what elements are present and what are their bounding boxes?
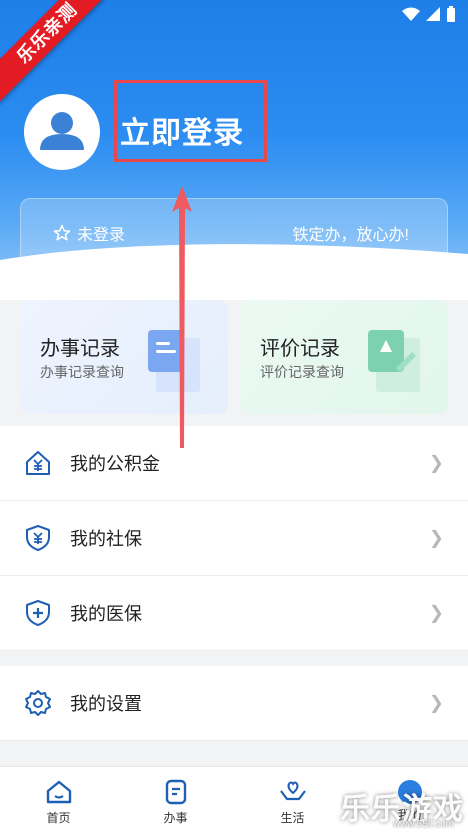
- chevron-right-icon: ❯: [428, 452, 444, 473]
- home-icon: [46, 780, 71, 804]
- menu-list: 我的公积金 ❯ 我的社保 ❯ 我的医保 ❯: [0, 426, 468, 651]
- house-yuan-icon: [26, 451, 50, 475]
- chevron-right-icon: ❯: [428, 692, 444, 713]
- chevron-right-icon: ❯: [428, 527, 444, 548]
- menu-item-social-security[interactable]: 我的社保 ❯: [0, 501, 468, 576]
- status-card: 未登录 铁定办，放心办!: [20, 198, 448, 266]
- evaluation-record-icon: [368, 330, 420, 392]
- quick-cards: 办事记录 办事记录查询 评价记录 评价记录查询: [20, 300, 450, 414]
- signal-icon: [426, 7, 440, 21]
- document-icon: [165, 779, 186, 805]
- chevron-right-icon: ❯: [428, 602, 444, 623]
- tab-label: 首页: [46, 811, 71, 825]
- heart-hands-icon: [279, 781, 306, 801]
- star-icon: [53, 224, 71, 241]
- user-avatar-icon: [40, 112, 84, 150]
- settings-list: 我的设置 ❯: [0, 666, 468, 741]
- card-title: 办事记录: [40, 338, 120, 360]
- card-title: 评价记录: [260, 338, 340, 360]
- gear-icon: [25, 690, 51, 716]
- annotation-highlight-box: [114, 80, 267, 162]
- battery-icon: [447, 6, 455, 22]
- menu-item-medical-insurance[interactable]: 我的医保 ❯: [0, 576, 468, 651]
- affairs-record-card[interactable]: 办事记录 办事记录查询: [20, 300, 228, 414]
- shield-yuan-icon: [26, 525, 50, 551]
- wifi-icon: [402, 7, 420, 21]
- menu-item-provident-fund[interactable]: 我的公积金 ❯: [0, 426, 468, 501]
- menu-item-label: 我的设置: [70, 694, 142, 714]
- login-status-text: 未登录: [77, 227, 126, 244]
- menu-item-settings[interactable]: 我的设置 ❯: [0, 666, 468, 741]
- slogan-text: 铁定办，放心办!: [292, 227, 409, 244]
- menu-item-label: 我的公积金: [70, 454, 160, 474]
- menu-item-label: 我的社保: [70, 529, 142, 549]
- tab-label: 办事: [163, 811, 188, 825]
- card-subtitle: 评价记录查询: [260, 364, 344, 380]
- login-status: 未登录: [53, 221, 125, 245]
- avatar[interactable]: [24, 94, 100, 170]
- annotation-arrow-up-icon: [172, 186, 192, 448]
- card-subtitle: 办事记录查询: [40, 364, 124, 380]
- tab-label: 生活: [280, 811, 305, 825]
- shield-cross-icon: [26, 600, 50, 626]
- menu-item-label: 我的医保: [70, 604, 142, 624]
- evaluation-record-card[interactable]: 评价记录 评价记录查询: [240, 300, 448, 414]
- tab-home[interactable]: 首页: [0, 767, 117, 832]
- tab-life[interactable]: 生活: [234, 767, 351, 832]
- tab-affairs[interactable]: 办事: [117, 767, 234, 832]
- watermark-url: www.55ll.com: [392, 819, 454, 830]
